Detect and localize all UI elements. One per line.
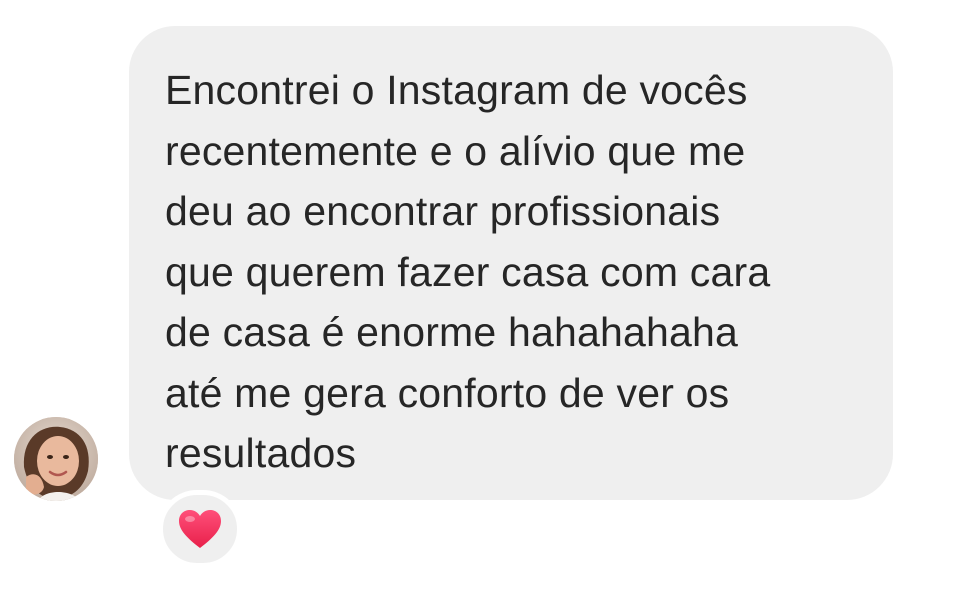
reaction-badge[interactable] [158,490,242,568]
chat-thread: Encontrei o Instagram de vocês recenteme… [0,0,963,591]
sender-avatar[interactable] [14,417,98,501]
message-bubble[interactable]: Encontrei o Instagram de vocês recenteme… [129,26,893,500]
heart-icon [179,510,221,548]
avatar-photo-icon [14,417,98,501]
message-text: Encontrei o Instagram de vocês recenteme… [165,67,771,476]
